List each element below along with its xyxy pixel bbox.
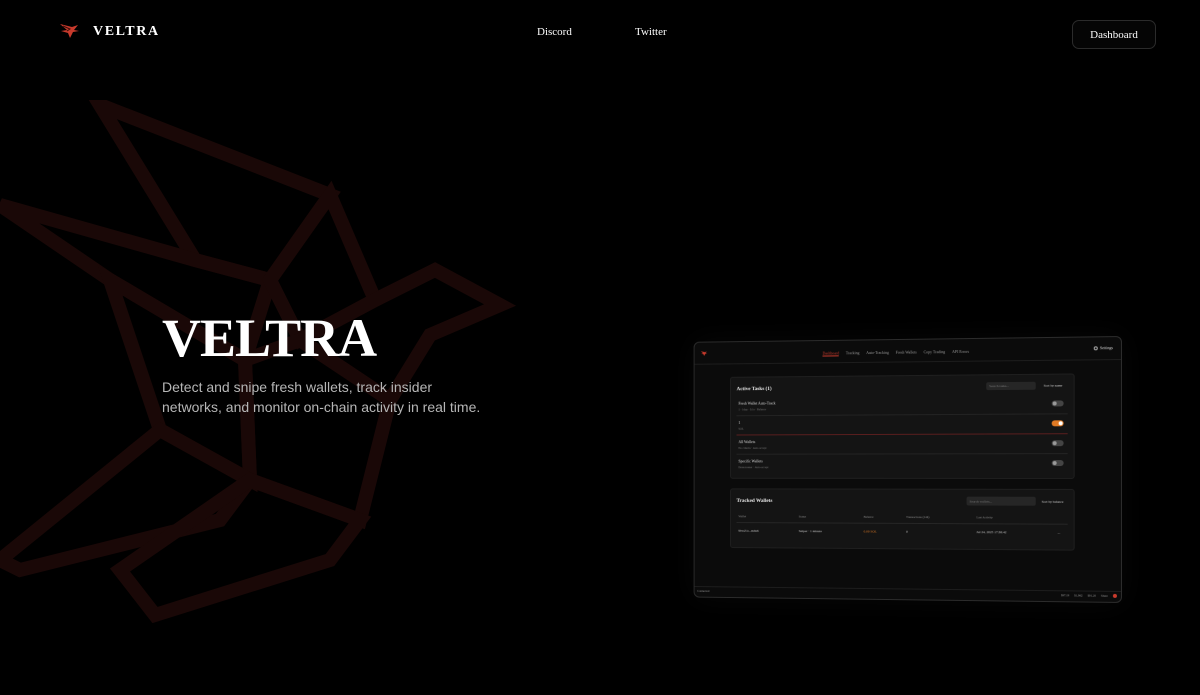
task-meta: No criteria · Auto-accept <box>738 445 767 450</box>
hero-title: VELTRA <box>162 308 377 368</box>
preview-tab-tracking: Tracking <box>845 350 860 356</box>
preview-status-right: $97.19 $1,962 $91.20 Share <box>1061 593 1117 598</box>
preview-settings: Settings <box>1093 345 1113 351</box>
preview-wallet-search: Search wallets... <box>966 496 1036 506</box>
preview-tab-dashboard: Dashboard <box>822 350 840 357</box>
preview-sol-price: $97.19 <box>1061 593 1070 598</box>
dashboard-preview: Dashboard Tracking Auto-Tracking Fresh W… <box>676 328 1136 618</box>
wallet-balance: 0.00 SOL <box>863 529 877 534</box>
task-meta: 1 · 1day · 0.1s · Balance <box>738 407 767 412</box>
preview-statusbar: Connected $97.19 $1,962 $91.20 Share <box>694 586 1121 602</box>
nav-link-twitter[interactable]: Twitter <box>635 26 667 38</box>
preview-btc-price: $91.20 <box>1087 593 1096 598</box>
preview-wallet-sort: Sort by balance <box>1041 499 1064 504</box>
table-header: Transactions (24h) <box>906 515 930 520</box>
wallet-transactions: 0 <box>906 529 908 534</box>
task-meta: Dexscreener · Auto-accept <box>738 465 769 470</box>
task-name: 1 <box>738 420 741 425</box>
list-item: 1 SOL <box>736 416 1068 436</box>
task-name: Specific Wallets <box>738 458 763 464</box>
task-name: All Wallets <box>738 439 756 445</box>
preview-connection-status: Connected <box>697 588 710 593</box>
preview-active-tasks-panel: Active Tasks (1) Search tasks... Sort by… <box>729 373 1075 479</box>
preview-tracked-wallets-title: Tracked Wallets <box>736 498 773 504</box>
preview-tabs: Dashboard Tracking Auto-Tracking Fresh W… <box>822 349 969 357</box>
gear-icon <box>1093 345 1098 350</box>
task-toggle <box>1051 440 1064 447</box>
wallet-last-activity: Jul 24, 2025 17:38:42 <box>976 530 1007 535</box>
bird-logo-icon[interactable] <box>58 22 80 40</box>
dashboard-button[interactable]: Dashboard <box>1072 20 1156 49</box>
table-header: Wallet <box>738 514 747 519</box>
task-toggle <box>1051 420 1064 427</box>
preview-tab-copy-trading: Copy Trading <box>923 349 946 355</box>
preview-tracked-wallets-panel: Tracked Wallets Search wallets... Sort b… <box>729 488 1075 551</box>
preview-settings-label: Settings <box>1099 345 1113 351</box>
list-item: Specific Wallets Dexscreener · Auto-acce… <box>737 456 1068 473</box>
preview-task-sort: Sort by name <box>1043 383 1063 388</box>
brand-name[interactable]: VELTRA <box>93 24 160 40</box>
divider <box>736 522 1068 525</box>
task-name: Fresh Wallet Auto-Track <box>738 400 776 406</box>
preview-share-label: Share <box>1100 593 1108 598</box>
preview-alert-icon <box>1112 593 1117 598</box>
list-item: Fresh Wallet Auto-Track 1 · 1day · 0.1s … <box>736 396 1068 417</box>
preview-topbar: Dashboard Tracking Auto-Tracking Fresh W… <box>694 337 1121 365</box>
preview-active-tasks-title: Active Tasks (1) <box>736 386 772 393</box>
preview-tab-auto-tracking: Auto-Tracking <box>866 349 889 356</box>
task-toggle <box>1051 400 1064 407</box>
nav-link-discord[interactable]: Discord <box>537 26 572 38</box>
preview-eth-price: $1,962 <box>1074 593 1083 598</box>
preview-tab-api-errors: API Errors <box>951 348 970 355</box>
top-navigation: VELTRA Discord Twitter Dashboard <box>0 0 1200 66</box>
preview-logo-icon <box>700 351 708 357</box>
bird-watermark-icon <box>0 100 517 624</box>
table-header: Last Activity <box>976 515 993 520</box>
task-toggle <box>1051 460 1064 467</box>
dashboard-preview-window: Dashboard Tracking Auto-Tracking Fresh W… <box>693 336 1122 603</box>
preview-task-search: Search tasks... <box>986 381 1036 391</box>
task-meta: SOL <box>738 426 744 431</box>
hero-subtitle: Detect and snipe fresh wallets, track in… <box>162 379 481 415</box>
wallet-address: 9bwZ1r...m4n6 <box>738 528 759 533</box>
table-header: Status <box>798 514 807 519</box>
list-item: All Wallets No criteria · Auto-accept <box>736 436 1068 455</box>
preview-tab-fresh-wallets: Fresh Wallets <box>895 349 917 355</box>
table-header: Balance <box>863 514 874 519</box>
wallet-status: Sniper · 1 minute <box>798 529 822 534</box>
wallet-actions: ... <box>1057 530 1061 535</box>
